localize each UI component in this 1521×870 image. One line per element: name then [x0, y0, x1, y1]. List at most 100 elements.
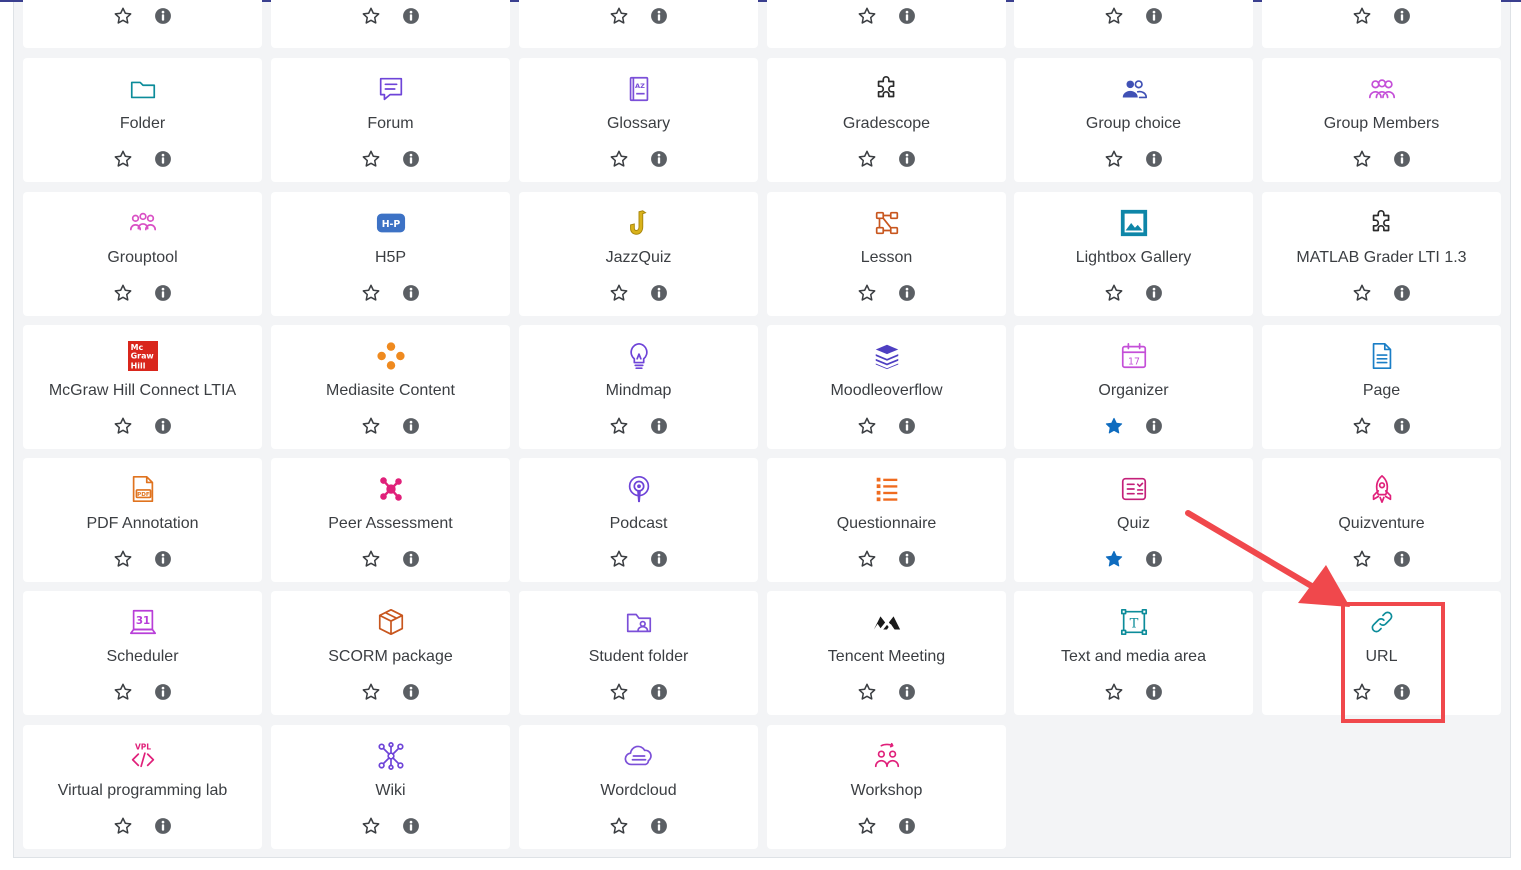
star-icon[interactable] [1351, 282, 1373, 304]
star-icon[interactable] [1103, 148, 1125, 170]
activity-card-quiz[interactable]: Quiz [1014, 458, 1253, 582]
star-icon[interactable] [856, 148, 878, 170]
star-icon[interactable] [1103, 282, 1125, 304]
info-icon[interactable] [152, 415, 174, 437]
star-icon[interactable] [856, 548, 878, 570]
activity-card-wordcloud[interactable]: Wordcloud [519, 725, 758, 849]
activity-card-url[interactable]: URL [1262, 591, 1501, 715]
info-icon[interactable] [648, 415, 670, 437]
star-icon[interactable] [112, 282, 134, 304]
activity-card-folder[interactable]: Folder [23, 58, 262, 182]
activity-card-lesson[interactable]: Lesson [767, 192, 1006, 316]
activity-card-tencent-meeting[interactable]: Tencent Meeting [767, 591, 1006, 715]
activity-card-workshop[interactable]: Workshop [767, 725, 1006, 849]
activity-card-gradescope[interactable]: Gradescope [767, 58, 1006, 182]
star-icon[interactable] [360, 148, 382, 170]
activity-card-podcast[interactable]: Podcast [519, 458, 758, 582]
info-icon[interactable] [896, 415, 918, 437]
star-icon[interactable] [112, 548, 134, 570]
star-icon[interactable] [856, 282, 878, 304]
activity-card-student-folder[interactable]: Student folder [519, 591, 758, 715]
info-icon[interactable] [400, 548, 422, 570]
star-icon[interactable] [1351, 148, 1373, 170]
star-icon[interactable] [608, 282, 630, 304]
info-icon[interactable] [1391, 548, 1413, 570]
star-icon[interactable] [608, 681, 630, 703]
partial-card-1[interactable] [23, 0, 262, 48]
star-icon[interactable] [608, 815, 630, 837]
activity-card-mediasite-content[interactable]: Mediasite Content [271, 325, 510, 449]
star-icon[interactable] [360, 681, 382, 703]
info-icon[interactable] [648, 681, 670, 703]
info-icon[interactable] [400, 415, 422, 437]
star-icon[interactable] [112, 148, 134, 170]
info-icon[interactable] [400, 282, 422, 304]
info-icon[interactable] [648, 5, 670, 27]
info-icon[interactable] [896, 815, 918, 837]
star-icon[interactable] [608, 415, 630, 437]
star-icon[interactable] [360, 415, 382, 437]
partial-card-6[interactable] [1262, 0, 1501, 48]
activity-card-quizventure[interactable]: Quizventure [1262, 458, 1501, 582]
info-icon[interactable] [896, 148, 918, 170]
info-icon[interactable] [896, 548, 918, 570]
activity-card-jazzquiz[interactable]: JazzQuiz [519, 192, 758, 316]
star-icon[interactable] [856, 415, 878, 437]
activity-card-text-and-media-area[interactable]: T Text and media area [1014, 591, 1253, 715]
info-icon[interactable] [1143, 548, 1165, 570]
activity-card-mcgraw-hill-connect-ltia[interactable]: Mc Graw Hill McGraw Hill Connect LTIA [23, 325, 262, 449]
partial-card-2[interactable] [271, 0, 510, 48]
star-icon[interactable] [1351, 5, 1373, 27]
info-icon[interactable] [896, 5, 918, 27]
info-icon[interactable] [152, 815, 174, 837]
partial-card-5[interactable] [1014, 0, 1253, 48]
star-icon[interactable] [1351, 681, 1373, 703]
partial-card-4[interactable] [767, 0, 1006, 48]
info-icon[interactable] [648, 548, 670, 570]
star-icon[interactable] [112, 815, 134, 837]
activity-card-group-members[interactable]: Group Members [1262, 58, 1501, 182]
info-icon[interactable] [648, 282, 670, 304]
star-icon[interactable] [112, 415, 134, 437]
activity-card-wiki[interactable]: Wiki [271, 725, 510, 849]
info-icon[interactable] [400, 681, 422, 703]
info-icon[interactable] [1143, 5, 1165, 27]
star-icon[interactable] [608, 148, 630, 170]
star-icon[interactable] [608, 548, 630, 570]
activity-card-forum[interactable]: Forum [271, 58, 510, 182]
info-icon[interactable] [152, 548, 174, 570]
star-icon[interactable] [360, 548, 382, 570]
star-icon[interactable] [112, 681, 134, 703]
star-icon[interactable] [360, 282, 382, 304]
activity-card-h5p[interactable]: H-P H5P [271, 192, 510, 316]
info-icon[interactable] [1391, 5, 1413, 27]
activity-card-peer-assessment[interactable]: Peer Assessment [271, 458, 510, 582]
info-icon[interactable] [152, 148, 174, 170]
activity-card-mindmap[interactable]: Mindmap [519, 325, 758, 449]
star-icon[interactable] [112, 5, 134, 27]
star-filled-icon[interactable] [1103, 415, 1125, 437]
info-icon[interactable] [1143, 681, 1165, 703]
info-icon[interactable] [152, 5, 174, 27]
activity-card-questionnaire[interactable]: Questionnaire [767, 458, 1006, 582]
activity-card-grouptool[interactable]: Grouptool [23, 192, 262, 316]
info-icon[interactable] [1391, 415, 1413, 437]
star-icon[interactable] [608, 5, 630, 27]
info-icon[interactable] [1143, 282, 1165, 304]
star-icon[interactable] [856, 815, 878, 837]
activity-card-matlab-grader-lti-1-3[interactable]: MATLAB Grader LTI 1.3 [1262, 192, 1501, 316]
star-icon[interactable] [856, 5, 878, 27]
activity-card-lightbox-gallery[interactable]: Lightbox Gallery [1014, 192, 1253, 316]
star-filled-icon[interactable] [1103, 548, 1125, 570]
partial-card-3[interactable] [519, 0, 758, 48]
activity-card-group-choice[interactable]: Group choice [1014, 58, 1253, 182]
info-icon[interactable] [1143, 148, 1165, 170]
star-icon[interactable] [1103, 5, 1125, 27]
info-icon[interactable] [152, 282, 174, 304]
activity-card-glossary[interactable]: AZ Glossary [519, 58, 758, 182]
star-icon[interactable] [856, 681, 878, 703]
activity-card-scheduler[interactable]: 31 Scheduler [23, 591, 262, 715]
activity-card-pdf-annotation[interactable]: PDF PDF Annotation [23, 458, 262, 582]
info-icon[interactable] [896, 681, 918, 703]
star-icon[interactable] [1351, 548, 1373, 570]
